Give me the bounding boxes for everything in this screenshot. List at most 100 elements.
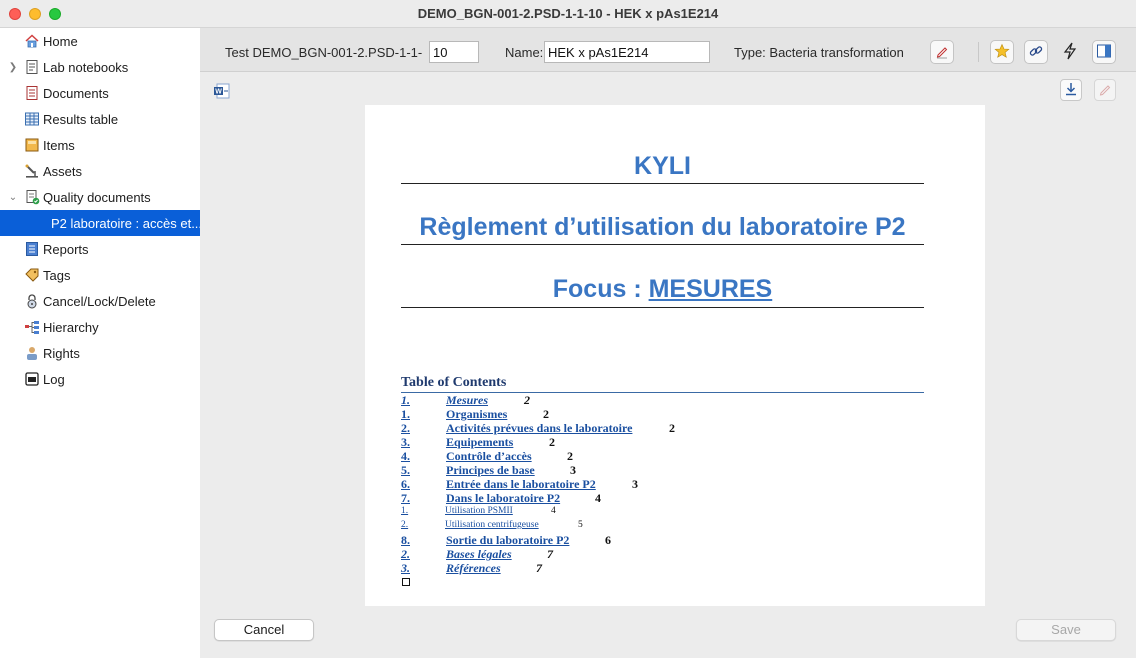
toc-entry-number: 2.	[401, 520, 409, 530]
toc-entry-link[interactable]: Principes de base	[446, 463, 535, 478]
window-title: DEMO_BGN-001-2.PSD-1-1-10 - HEK x pAs1E2…	[417, 6, 719, 21]
test-label: Test DEMO_BGN-001-2.PSD-1-1-	[225, 45, 423, 60]
sidebar-item-quality-documents[interactable]: ⌄ Quality documents	[0, 184, 200, 210]
toc-entry-link[interactable]: Contrôle d’accès	[446, 449, 532, 464]
cancel-button[interactable]: Cancel	[214, 619, 314, 641]
toc-entry-number: 7.	[401, 491, 410, 505]
download-icon	[1063, 81, 1079, 100]
toc-entry-link[interactable]: Références	[446, 561, 501, 576]
chevron-down-icon[interactable]: ⌄	[8, 192, 18, 203]
record-toolbar: Test DEMO_BGN-001-2.PSD-1-1- Name: Type:…	[200, 28, 1136, 72]
focus-link[interactable]: MESURES	[649, 275, 773, 303]
name-input[interactable]	[544, 41, 710, 63]
lock-icon	[24, 293, 40, 309]
edit-document-button[interactable]	[1094, 79, 1116, 101]
download-button[interactable]	[1060, 79, 1082, 101]
sidebar: Home ❯ Lab notebooks Documents Results t…	[0, 28, 200, 658]
tag-icon	[24, 267, 40, 283]
link-button[interactable]	[1024, 40, 1048, 64]
toc-entry[interactable]: 7. Dans le laboratoire P2 4	[401, 491, 924, 505]
table-icon	[24, 111, 40, 127]
edit-type-button[interactable]	[930, 40, 954, 64]
sidebar-item-tags[interactable]: Tags	[0, 262, 200, 288]
sidebar-item-lab-notebooks[interactable]: ❯ Lab notebooks	[0, 54, 200, 80]
sidebar-item-items[interactable]: Items	[0, 132, 200, 158]
toc-entry-number: 8.	[401, 533, 410, 547]
toc-entry-link[interactable]: Utilisation PSMII	[445, 506, 513, 516]
toc-entry[interactable]: 5. Principes de base 3	[401, 463, 924, 477]
empty-checkbox-glyph	[402, 578, 410, 586]
sidebar-item-results-table[interactable]: Results table	[0, 106, 200, 132]
sidebar-item-home[interactable]: Home	[0, 28, 200, 54]
toc-entry-link[interactable]: Bases légales	[446, 547, 512, 562]
toc-entry[interactable]: 2. Bases légales 7	[401, 547, 924, 561]
sidebar-item-label: Documents	[43, 85, 109, 101]
toggle-panel-button[interactable]	[1092, 40, 1116, 64]
toc-entry-page: 7	[536, 561, 542, 575]
toc-entry[interactable]: 2. Activités prévues dans le laboratoire 2	[401, 421, 924, 435]
toc-entry-page: 5	[578, 520, 583, 530]
test-number-input[interactable]	[429, 41, 479, 63]
sidebar-item-hierarchy[interactable]: Hierarchy	[0, 314, 200, 340]
name-label: Name:	[505, 45, 544, 60]
toc-entry[interactable]: 8. Sortie du laboratoire P2 6	[401, 533, 924, 547]
save-button[interactable]: Save	[1016, 619, 1116, 641]
toc-entry-link[interactable]: Equipements	[446, 435, 513, 450]
link-icon	[1028, 43, 1044, 62]
toc-entry-link[interactable]: Activités prévues dans le laboratoire	[446, 421, 632, 436]
sidebar-item-label: Rights	[43, 345, 80, 361]
toolbar-divider	[978, 42, 979, 62]
toc-entry[interactable]: 1. Organismes 2	[401, 407, 924, 421]
actions-button[interactable]	[1058, 40, 1082, 64]
lightning-icon	[1062, 42, 1078, 63]
quality-document-icon	[24, 189, 40, 205]
toc-entry-link[interactable]: Entrée dans le laboratoire P2	[446, 477, 596, 492]
document-icon	[24, 85, 40, 101]
toc-entry-number: 3.	[401, 561, 410, 575]
toc-entry-number: 6.	[401, 477, 410, 491]
toc-entry-link[interactable]: Dans le laboratoire P2	[446, 491, 560, 506]
toc-entry[interactable]: 2. Utilisation centrifugeuse 5	[401, 520, 924, 534]
toc-entry-page: 2	[543, 407, 549, 421]
svg-text:W: W	[215, 89, 222, 96]
sidebar-item-log[interactable]: Log	[0, 366, 200, 392]
word-export-icon[interactable]: W	[213, 82, 231, 100]
sidebar-item-label: Quality documents	[43, 189, 151, 205]
sidebar-item-rights[interactable]: Rights	[0, 340, 200, 366]
toc-entry-number: 3.	[401, 435, 410, 449]
toc-entry-link[interactable]: Utilisation centrifugeuse	[445, 520, 539, 530]
toc-entry[interactable]: 3. Références 7	[401, 561, 924, 575]
toc-entry-page: 2	[524, 393, 530, 407]
sidebar-item-label: Lab notebooks	[43, 59, 129, 75]
app-window: DEMO_BGN-001-2.PSD-1-1-10 - HEK x pAs1E2…	[0, 0, 1136, 658]
toc-entry-link[interactable]: Sortie du laboratoire P2	[446, 533, 569, 548]
favorite-button[interactable]	[990, 40, 1014, 64]
log-icon	[24, 371, 40, 387]
star-icon	[994, 43, 1010, 62]
toc-entry-page: 3	[570, 463, 576, 477]
sidebar-item-assets[interactable]: Assets	[0, 158, 200, 184]
toc-entry-number: 4.	[401, 449, 410, 463]
toc-entry[interactable]: 6. Entrée dans le laboratoire P2 3	[401, 477, 924, 491]
toc-entry-number: 1.	[401, 506, 409, 516]
edit-icon	[1097, 81, 1113, 100]
toc-entry-page: 6	[605, 533, 611, 547]
sidebar-item-p2-laboratoire[interactable]: P2 laboratoire : accès et...	[0, 210, 200, 236]
toc-entry[interactable]: 4. Contrôle d’accès 2	[401, 449, 924, 463]
toc-entry-link[interactable]: Organismes	[446, 407, 507, 422]
sidebar-item-label: Home	[43, 33, 78, 49]
toc-entry[interactable]: 1. Utilisation PSMII 4	[401, 506, 924, 520]
sidebar-item-label: Items	[43, 137, 75, 153]
toc-entry-number: 5.	[401, 463, 410, 477]
chevron-right-icon[interactable]: ❯	[8, 62, 18, 73]
sidebar-item-reports[interactable]: Reports	[0, 236, 200, 262]
sidebar-item-label: Assets	[43, 163, 83, 179]
sidebar-item-documents[interactable]: Documents	[0, 80, 200, 106]
title-bar: DEMO_BGN-001-2.PSD-1-1-10 - HEK x pAs1E2…	[0, 0, 1136, 28]
toc-entry-link[interactable]: Mesures	[446, 393, 488, 408]
sidebar-item-label: Hierarchy	[43, 319, 99, 335]
microscope-icon	[24, 163, 40, 179]
sidebar-item-cancel-lock-delete[interactable]: Cancel/Lock/Delete	[0, 288, 200, 314]
toc-entry[interactable]: 3. Equipements 2	[401, 435, 924, 449]
toc-entry[interactable]: 1. Mesures 2	[401, 393, 924, 407]
